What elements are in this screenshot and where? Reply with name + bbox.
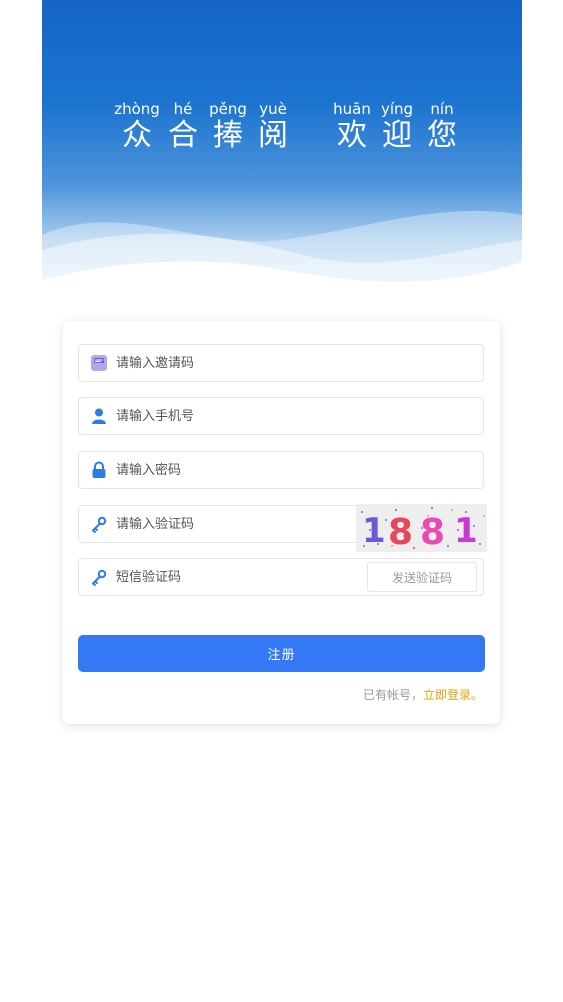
captcha-field: 1 8 8 1 [78,504,487,553]
phone-input[interactable] [116,404,336,428]
hero-banner: zhòng 众 hé 合 pěng 捧 yuè 阅 huān 欢 yíng 迎 nín 您 [42,0,522,300]
login-prompt-text: 已有帐号， [362,688,423,702]
slogan-char: yíng 迎 [380,100,414,153]
key-icon [92,569,107,586]
slogan-char: nín 您 [427,100,457,153]
slogan-char: zhòng 众 [114,100,160,153]
captcha-char: 8 [388,512,413,552]
captcha-char: 1 [362,511,386,551]
slogan-char: huān 欢 [333,100,371,153]
sms-code-field: 发送验证码 [78,558,484,596]
slogan: zhòng 众 hé 合 pěng 捧 yuè 阅 huān 欢 yíng 迎 nín 您 [42,100,522,160]
register-button[interactable]: 注册 [78,635,485,672]
captcha-input[interactable] [116,512,336,536]
password-input[interactable] [116,458,336,482]
captcha-image[interactable]: 1 8 8 1 [356,504,487,553]
password-field [78,451,484,489]
slogan-char: pěng 捧 [209,100,247,153]
lock-icon [92,461,106,478]
captcha-graphic: 1 8 8 1 [356,504,487,553]
sms-code-input[interactable] [116,565,336,589]
user-icon [92,408,106,424]
slogan-char: yuè 阅 [258,100,288,153]
invite-code-field [78,344,484,382]
login-link[interactable]: 立即登录。 [423,688,483,702]
register-card: 1 8 8 1 发送验证码 注册 已有帐号，立即登录。 [63,321,500,724]
phone-field [78,397,484,435]
captcha-char: 8 [420,512,445,552]
key-icon [92,516,107,533]
invite-code-input[interactable] [116,351,336,375]
slogan-char: hé 合 [168,100,198,153]
login-prompt: 已有帐号，立即登录。 [363,686,483,703]
send-code-button[interactable]: 发送验证码 [367,562,477,592]
captcha-char: 1 [454,511,478,551]
invite-card-icon [91,355,107,371]
